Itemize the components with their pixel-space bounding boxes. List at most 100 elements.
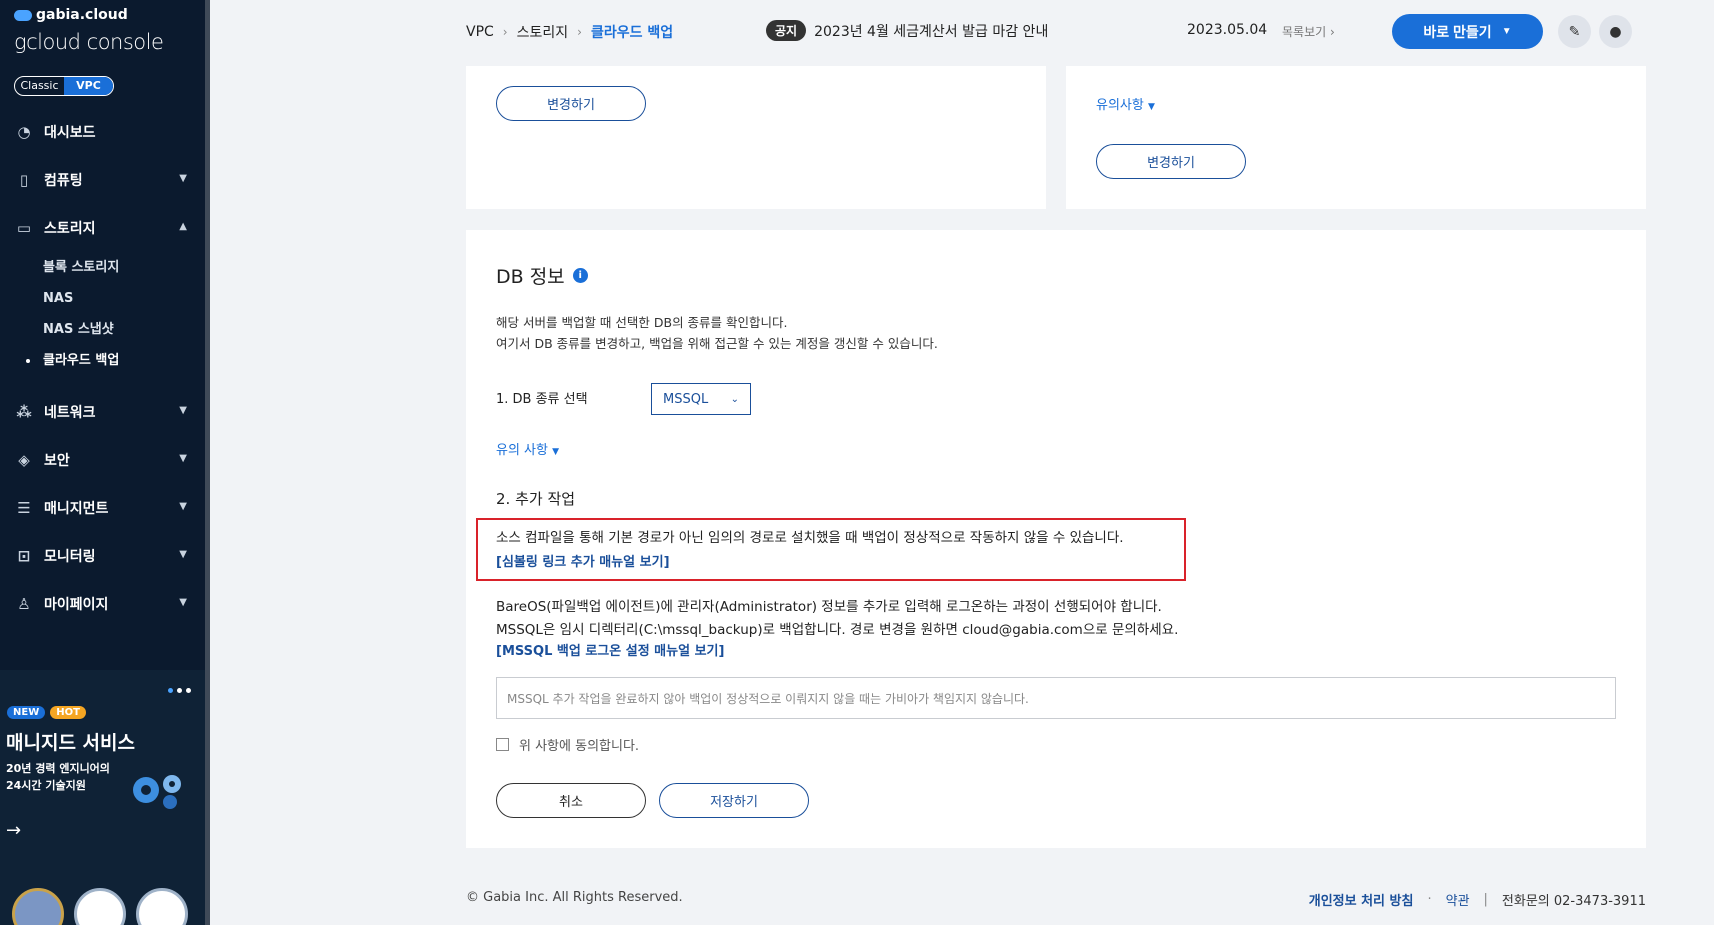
user-icon: ♙ xyxy=(17,595,31,613)
cloud-logo-icon xyxy=(14,9,32,21)
phone-contact: 전화문의 02-3473-3911 xyxy=(1501,894,1646,909)
chevron-down-icon: ▼ xyxy=(179,173,187,184)
create-button[interactable]: 바로 만들기 ▼ xyxy=(1392,14,1543,49)
warning-text: 소스 컴파일을 통해 기본 경로가 아닌 임의의 경로로 설치했을 때 백업이 … xyxy=(496,530,1124,546)
chevron-up-icon: ▲ xyxy=(179,221,187,232)
chevron-down-icon: ▼ xyxy=(1501,26,1512,37)
notice-text[interactable]: 2023년 4월 세금계산서 발급 마감 안내 xyxy=(814,21,1048,41)
privacy-policy-link[interactable]: 개인정보 처리 방침 xyxy=(1309,890,1414,909)
breadcrumb-vpc[interactable]: VPC xyxy=(466,24,494,40)
brand-logo[interactable]: gabia.cloud xyxy=(14,7,128,23)
db-info-description: 해당 서버를 백업할 때 선택한 DB의 종류를 확인합니다. 여기서 DB 종… xyxy=(496,315,938,351)
caution-toggle-db[interactable]: 유의 사항 ▼ xyxy=(496,439,559,458)
promo-title: 매니지드 서비스 xyxy=(6,732,135,754)
terms-link[interactable]: 약관 xyxy=(1446,890,1470,909)
top-header: VPC › 스토리지 › 클라우드 백업 공지 2023년 4월 세금계산서 발… xyxy=(210,0,1714,66)
certification-seal-icon xyxy=(12,888,64,925)
chevron-right-icon: › xyxy=(502,25,508,39)
network-icon: ⁂ xyxy=(16,403,32,421)
sidebar-scrollbar[interactable] xyxy=(205,0,210,925)
hot-badge: HOT xyxy=(50,706,86,719)
change-button-right[interactable]: 변경하기 xyxy=(1096,144,1246,179)
sidebar-item-management[interactable]: ☰ 매니지먼트 ▼ xyxy=(0,484,205,532)
chevron-down-icon: ▼ xyxy=(1147,102,1155,112)
change-button-left[interactable]: 변경하기 xyxy=(496,86,646,121)
bareos-text: BareOS(파일백업 에이전트)에 관리자(Administrator) 정보… xyxy=(496,599,1162,615)
sidebar: gabia.cloud gcloud console Classic VPC ◔… xyxy=(0,0,210,925)
caution-toggle[interactable]: 유의사항 ▼ xyxy=(1096,94,1155,113)
toggle-vpc[interactable]: VPC xyxy=(64,77,113,95)
db-type-select[interactable]: MSSQL ⌄ xyxy=(651,383,751,415)
agree-label: 위 사항에 동의합니다. xyxy=(519,739,640,754)
agreement-textbox[interactable]: MSSQL 추가 작업을 완료하지 않아 백업이 정상적으로 이뤄지지 않을 때… xyxy=(496,677,1616,719)
info-icon[interactable]: i xyxy=(572,268,588,283)
breadcrumb: VPC › 스토리지 › 클라우드 백업 xyxy=(466,22,673,42)
sidebar-item-label: 대시보드 xyxy=(44,125,96,141)
chevron-down-icon: ▼ xyxy=(179,597,187,608)
csap-seal-icon xyxy=(136,888,188,925)
sidebar-item-label: 모니터링 xyxy=(44,549,96,565)
chevron-down-icon: ▼ xyxy=(179,405,187,416)
console-title[interactable]: gcloud console xyxy=(14,30,164,54)
notice-tag: 공지 xyxy=(766,20,807,41)
sidebar-item-storage[interactable]: ▭ 스토리지 ▲ xyxy=(0,204,205,252)
sidebar-item-monitoring[interactable]: ⊡ 모니터링 ▼ xyxy=(0,532,205,580)
sidebar-subitem-nas[interactable]: NAS xyxy=(0,283,205,314)
chat-icon[interactable]: ✎ xyxy=(1558,15,1591,48)
sidebar-item-mypage[interactable]: ♙ 마이페이지 ▼ xyxy=(0,580,205,628)
agree-checkbox[interactable] xyxy=(496,738,509,751)
chevron-down-icon: ▼ xyxy=(179,501,187,512)
additional-task-title: 2. 추가 작업 xyxy=(496,490,576,508)
brand-small-text: gabia.cloud xyxy=(36,7,128,23)
footer-links: 개인정보 처리 방침 · 약관 | 전화문의 02-3473-3911 xyxy=(1308,890,1646,909)
sidebar-item-label: 네트워크 xyxy=(44,405,96,421)
chevron-down-icon: ▼ xyxy=(179,549,187,560)
breadcrumb-storage[interactable]: 스토리지 xyxy=(517,22,569,42)
monitor-icon: ⊡ xyxy=(17,547,31,565)
sidebar-item-network[interactable]: ⁂ 네트워크 ▼ xyxy=(0,388,205,436)
platform-toggle[interactable]: Classic VPC xyxy=(14,76,114,96)
sidebar-subitem-cloud-backup[interactable]: 클라우드 백업 xyxy=(0,345,205,376)
sidebar-item-computing[interactable]: ▯ 컴퓨팅 ▼ xyxy=(0,156,205,204)
user-profile-icon[interactable]: ● xyxy=(1599,15,1632,48)
carousel-dots[interactable] xyxy=(168,688,191,693)
new-badge: NEW xyxy=(7,706,46,719)
notice-list-link[interactable]: 목록보기 › xyxy=(1282,23,1335,40)
sidebar-item-label: 스토리지 xyxy=(44,221,96,237)
breadcrumb-cloud-backup[interactable]: 클라우드 백업 xyxy=(591,22,673,42)
logon-manual-link[interactable]: [MSSQL 백업 로그온 설정 매뉴얼 보기] xyxy=(496,640,724,659)
shield-icon: ◈ xyxy=(18,451,30,469)
symlink-manual-link[interactable]: [심볼링 링크 추가 매뉴얼 보기] xyxy=(496,551,670,570)
arrow-right-icon[interactable]: → xyxy=(6,820,21,841)
top-right-card: 유의사항 ▼ 변경하기 xyxy=(1066,66,1646,209)
sidebar-item-label: 매니지먼트 xyxy=(44,501,109,517)
cancel-button[interactable]: 취소 xyxy=(496,783,646,818)
save-button[interactable]: 저장하기 xyxy=(659,783,809,818)
sidebar-subitem-nas-snapshot[interactable]: NAS 스냅샷 xyxy=(0,314,205,345)
sidebar-subitem-block-storage[interactable]: 블록 스토리지 xyxy=(0,252,205,283)
dashboard-icon: ◔ xyxy=(17,123,31,141)
storage-icon: ▭ xyxy=(16,219,32,237)
sidebar-item-label: 보안 xyxy=(44,453,70,469)
notice-banner[interactable]: 공지 2023년 4월 세금계산서 발급 마감 안내 xyxy=(766,20,1048,41)
sidebar-item-label: 마이페이지 xyxy=(44,597,109,613)
promo-subtitle: 20년 경력 엔지니어의 24시간 기술지원 xyxy=(6,762,110,792)
sidebar-item-security[interactable]: ◈ 보안 ▼ xyxy=(0,436,205,484)
promo-banner[interactable]: NEW HOT 매니지드 서비스 20년 경력 엔지니어의 24시간 기술지원 … xyxy=(0,670,205,925)
db-info-card: DB 정보 i 해당 서버를 백업할 때 선택한 DB의 종류를 확인합니다. … xyxy=(466,230,1646,848)
top-left-card: 변경하기 xyxy=(466,66,1046,209)
cloud-service-seal-icon xyxy=(74,888,126,925)
chevron-down-icon: ▼ xyxy=(552,447,560,457)
db-type-label: 1. DB 종류 선택 xyxy=(496,392,588,407)
toggle-classic[interactable]: Classic xyxy=(15,77,64,95)
sidebar-item-dashboard[interactable]: ◔ 대시보드 xyxy=(0,108,205,156)
copyright: © Gabia Inc. All Rights Reserved. xyxy=(466,890,683,905)
agree-checkbox-row[interactable]: 위 사항에 동의합니다. xyxy=(496,735,639,754)
gears-icon xyxy=(133,775,181,809)
chip-icon: ▯ xyxy=(19,171,29,189)
chevron-down-icon: ▼ xyxy=(179,453,187,464)
sidebar-item-label: 컴퓨팅 xyxy=(44,173,83,189)
notice-date: 2023.05.04 xyxy=(1187,22,1268,38)
chevron-down-icon: ⌄ xyxy=(730,393,739,405)
chevron-right-icon: › xyxy=(577,25,582,39)
